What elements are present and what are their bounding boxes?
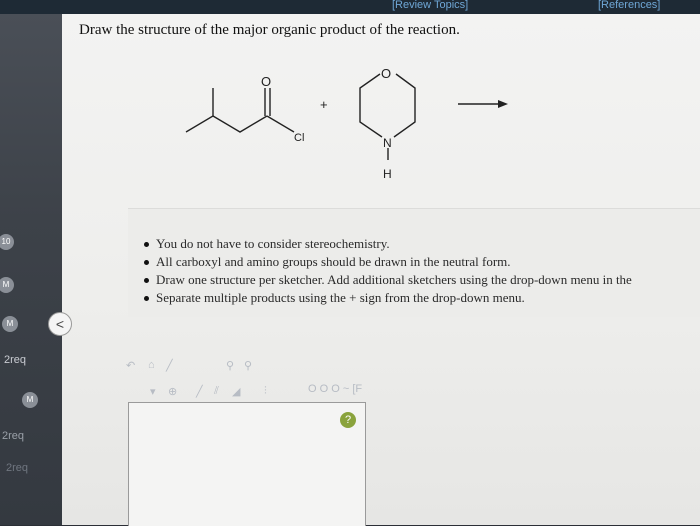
ring-left	[359, 73, 383, 138]
bond-icon[interactable]: ╱	[196, 385, 203, 398]
sidebar-label: 2req	[2, 430, 25, 442]
reaction-scheme: O Cl + O N H	[185, 66, 508, 181]
pencil-icon[interactable]: ╱	[166, 359, 173, 372]
notes-box: You do not have to consider stereochemis…	[128, 208, 700, 317]
note-item: You do not have to consider stereochemis…	[128, 235, 700, 253]
sidebar-label: 2req	[4, 354, 27, 366]
sketcher-canvas[interactable]	[128, 402, 366, 526]
hash-bond-icon[interactable]: ⫶	[264, 385, 267, 398]
dropdown-icon[interactable]: ▾	[150, 385, 156, 398]
ring-oxygen-label: O	[381, 66, 391, 81]
bond-c-cl	[266, 115, 295, 133]
clear-icon[interactable]: ⌂	[148, 359, 155, 371]
sidebar-badge[interactable]: M	[22, 392, 38, 408]
help-button[interactable]: ?	[340, 412, 356, 428]
add-atom-icon[interactable]: ⊕	[168, 385, 177, 398]
bond-isopropyl-1	[185, 88, 214, 133]
note-item: Separate multiple products using the + s…	[128, 289, 700, 307]
sketcher-toolbar: ↶ ⌂ ╱ ⚲ ⚲ ▾ ⊕ ╱ ⫽ ◢ ⫶ O O O ~ [F	[120, 355, 380, 399]
carbonyl-oxygen-label: O	[261, 74, 271, 89]
sidebar-badge[interactable]: M	[2, 316, 18, 332]
chlorine-label: Cl	[294, 132, 304, 144]
note-item: Draw one structure per sketcher. Add add…	[128, 271, 700, 289]
ring-nitrogen-label: N	[383, 136, 392, 150]
double-bond-icon[interactable]: ⫽	[214, 385, 219, 398]
acid-chloride-molecule	[185, 88, 295, 133]
note-item: All carboxyl and amino groups should be …	[128, 253, 700, 271]
ring-right	[393, 73, 416, 138]
zoom-out-icon[interactable]: ⚲	[244, 359, 252, 372]
plus-sign: +	[320, 97, 328, 112]
collapse-sidebar-button[interactable]: <	[48, 312, 72, 336]
zoom-in-icon[interactable]: ⚲	[226, 359, 234, 372]
undo-icon[interactable]: ↶	[126, 359, 135, 372]
reaction-arrow	[458, 100, 508, 108]
bond-chain	[212, 115, 268, 133]
sidebar-label: 2req	[6, 462, 29, 474]
ring-template-icons[interactable]: O O O ~ [F	[308, 383, 362, 395]
wedge-bond-icon[interactable]: ◢	[232, 385, 240, 398]
hydrogen-label: H	[383, 167, 392, 181]
